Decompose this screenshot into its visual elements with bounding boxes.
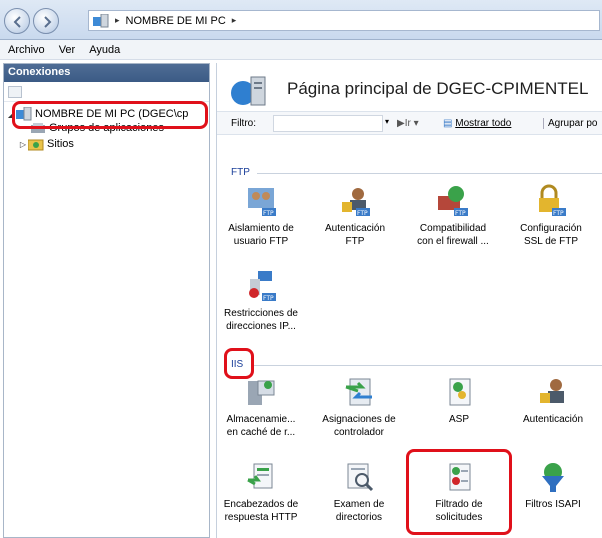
app-pool-icon — [30, 121, 46, 135]
tile-label: Filtrado de — [435, 499, 483, 510]
forward-button[interactable] — [33, 8, 59, 34]
cache-icon — [244, 375, 278, 409]
tile-label: Aislamiento de — [228, 223, 294, 234]
tile-label: respuesta HTTP — [224, 512, 298, 523]
menu-archivo[interactable]: Archivo — [8, 44, 45, 56]
go-button[interactable]: ▶Ir ▾ — [397, 118, 419, 129]
tile-label: Filtros ISAPI — [525, 499, 581, 510]
connect-icon[interactable] — [8, 86, 22, 98]
server-icon — [16, 106, 32, 121]
isapi-funnel-icon — [536, 460, 570, 494]
group-divider — [253, 365, 602, 366]
breadcrumb[interactable]: ▸ NOMBRE DE MI PC ▸ — [88, 10, 600, 31]
filter-dropdown-icon[interactable]: ▾ — [385, 117, 389, 126]
tile-label: en caché de r... — [226, 427, 296, 438]
back-button[interactable] — [4, 8, 30, 34]
tile-label: SSL de FTP — [523, 236, 579, 247]
forward-arrow-icon — [44, 16, 52, 28]
tree-item-label: NOMBRE DE MI PC (DGEC\cp — [35, 108, 189, 120]
feature-ftp-authentication[interactable]: FTP Autenticación FTP — [309, 184, 401, 248]
breadcrumb-item[interactable]: NOMBRE DE MI PC — [126, 15, 226, 27]
tile-label: con el firewall ... — [417, 236, 489, 247]
go-label: Ir — [404, 118, 411, 129]
tile-label: Asignaciones de — [322, 414, 396, 425]
group-label-iis: IIS — [231, 359, 244, 370]
collapse-arrow-icon[interactable]: ▷ — [18, 140, 28, 149]
magnifier-document-icon — [342, 460, 376, 494]
asp-document-icon — [442, 375, 476, 409]
svg-text:FTP: FTP — [263, 210, 274, 217]
feature-ftp-ip-restrictions[interactable]: FTP Restricciones de direcciones IP... — [215, 269, 307, 333]
feature-isapi-filters[interactable]: Filtros ISAPI — [507, 460, 599, 511]
breadcrumb-separator: ▸ — [115, 15, 120, 25]
filter-bar: Filtro: ▾ ▶Ir ▾ ▤ Mostrar todo Agrupar p… — [217, 111, 602, 135]
svg-text:FTP: FTP — [553, 210, 564, 217]
connections-header: Conexiones — [4, 64, 209, 82]
show-all-label: Mostrar todo — [455, 118, 512, 129]
feature-ftp-user-isolation[interactable]: FTP Aislamiento de usuario FTP — [215, 184, 307, 248]
page-title: Página principal de DGEC-CPIMENTEL — [287, 79, 589, 98]
connections-pane: Conexiones ◢ NOMBRE DE MI PC (DGEC\cp Gr… — [3, 63, 210, 538]
group-by-button[interactable]: Agrupar po — [543, 118, 597, 129]
feature-authentication[interactable]: Autenticación — [507, 375, 599, 426]
lock-icon: FTP — [534, 184, 568, 218]
feature-ftp-ssl[interactable]: FTP Configuración SSL de FTP — [505, 184, 597, 248]
svg-text:FTP: FTP — [455, 210, 466, 217]
server-icon — [93, 13, 109, 28]
feature-handler-mappings[interactable]: Asignaciones de controlador — [313, 375, 405, 439]
tree-item-app-pools[interactable]: Grupos de aplicaciones — [30, 120, 164, 136]
tile-label: Configuración — [520, 223, 582, 234]
headers-arrow-icon — [244, 460, 278, 494]
address-bar: ▸ NOMBRE DE MI PC ▸ — [0, 0, 602, 40]
show-all-icon: ▤ — [443, 118, 453, 129]
show-all-button[interactable]: ▤ Mostrar todo — [443, 118, 511, 129]
tile-label: ASP — [448, 414, 469, 425]
tile-label: Autenticación — [324, 223, 386, 234]
feature-ftp-firewall[interactable]: FTP Compatibilidad con el firewall ... — [407, 184, 499, 248]
menu-ver[interactable]: Ver — [59, 44, 76, 56]
tree-item-label: Grupos de aplicaciones — [49, 122, 164, 134]
tile-label: Encabezados de — [223, 499, 299, 510]
svg-text:FTP: FTP — [357, 210, 368, 217]
menu-ayuda[interactable]: Ayuda — [89, 44, 120, 56]
tile-label: Almacenamie... — [226, 414, 296, 425]
tile-label: directorios — [335, 512, 383, 523]
firewall-globe-icon: FTP — [436, 184, 470, 218]
tile-label: Compatibilidad — [419, 223, 487, 234]
filter-input[interactable] — [273, 115, 383, 132]
server-home-icon — [229, 75, 269, 110]
handler-arrows-icon — [342, 375, 376, 409]
filter-label: Filtro: — [231, 118, 256, 129]
tree-item-label: Sitios — [47, 138, 74, 150]
tile-label: Restricciones de — [224, 308, 298, 319]
connections-toolbar — [4, 82, 209, 102]
feature-directory-browsing[interactable]: Examen de directorios — [313, 460, 405, 524]
group-label-ftp: FTP — [231, 167, 250, 178]
users-icon: FTP — [244, 184, 278, 218]
tile-label: direcciones IP... — [226, 321, 296, 332]
tile-label: solicitudes — [435, 512, 483, 523]
feature-request-filtering[interactable]: Filtrado de solicitudes — [413, 460, 505, 524]
tile-label: usuario FTP — [233, 236, 289, 247]
user-lock-icon — [536, 375, 570, 409]
svg-text:FTP: FTP — [263, 295, 274, 302]
tree-item-sites[interactable]: ▷ Sitios — [18, 136, 74, 152]
feature-asp[interactable]: ASP — [413, 375, 505, 426]
user-lock-icon: FTP — [338, 184, 372, 218]
back-arrow-icon — [13, 16, 21, 28]
feature-output-caching[interactable]: Almacenamie... en caché de r... — [215, 375, 307, 439]
breadcrumb-separator-end[interactable]: ▸ — [232, 15, 237, 26]
tile-label: Autenticación — [522, 414, 584, 425]
main-pane: Página principal de DGEC-CPIMENTEL Filtr… — [216, 63, 602, 538]
tile-label: Examen de — [333, 499, 385, 510]
group-divider — [257, 173, 602, 174]
folder-globe-icon — [27, 137, 44, 151]
network-restriction-icon: FTP — [244, 269, 278, 303]
filter-document-icon — [442, 460, 476, 494]
feature-http-response-headers[interactable]: Encabezados de respuesta HTTP — [215, 460, 307, 524]
tile-label: controlador — [333, 427, 385, 438]
menu-bar: Archivo Ver Ayuda — [0, 40, 602, 60]
tile-label: FTP — [345, 236, 365, 247]
expand-arrow-icon[interactable]: ◢ — [6, 110, 16, 119]
